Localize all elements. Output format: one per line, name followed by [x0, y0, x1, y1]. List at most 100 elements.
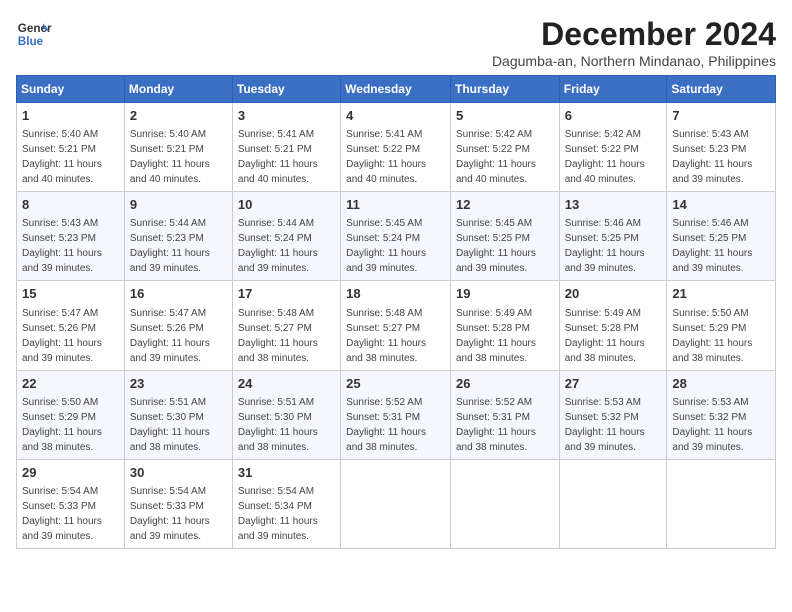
calendar-cell: 1 Sunrise: 5:40 AM Sunset: 5:21 PM Daylig… — [17, 103, 125, 192]
day-info: Sunrise: 5:42 AM Sunset: 5:22 PM Dayligh… — [456, 129, 536, 185]
day-info: Sunrise: 5:45 AM Sunset: 5:24 PM Dayligh… — [346, 218, 426, 274]
empty-cell — [450, 459, 559, 548]
day-info: Sunrise: 5:46 AM Sunset: 5:25 PM Dayligh… — [672, 218, 752, 274]
day-info: Sunrise: 5:54 AM Sunset: 5:33 PM Dayligh… — [130, 486, 210, 542]
day-info: Sunrise: 5:52 AM Sunset: 5:31 PM Dayligh… — [346, 397, 426, 453]
day-info: Sunrise: 5:44 AM Sunset: 5:23 PM Dayligh… — [130, 218, 210, 274]
calendar-cell: 4 Sunrise: 5:41 AM Sunset: 5:22 PM Daylig… — [341, 103, 451, 192]
empty-cell — [341, 459, 451, 548]
month-title: December 2024 — [492, 16, 776, 53]
calendar-cell: 27 Sunrise: 5:53 AM Sunset: 5:32 PM Dayli… — [559, 370, 667, 459]
empty-cell — [559, 459, 667, 548]
calendar-cell: 30 Sunrise: 5:54 AM Sunset: 5:33 PM Dayli… — [124, 459, 232, 548]
calendar-cell: 23 Sunrise: 5:51 AM Sunset: 5:30 PM Dayli… — [124, 370, 232, 459]
day-number: 16 — [130, 285, 227, 303]
day-number: 6 — [565, 107, 662, 125]
day-number: 20 — [565, 285, 662, 303]
day-info: Sunrise: 5:47 AM Sunset: 5:26 PM Dayligh… — [22, 308, 102, 364]
day-number: 1 — [22, 107, 119, 125]
day-info: Sunrise: 5:44 AM Sunset: 5:24 PM Dayligh… — [238, 218, 318, 274]
title-area: December 2024 Dagumba-an, Northern Minda… — [492, 16, 776, 69]
day-info: Sunrise: 5:41 AM Sunset: 5:22 PM Dayligh… — [346, 129, 426, 185]
weekday-header: Sunday — [17, 76, 125, 103]
day-number: 9 — [130, 196, 227, 214]
calendar-table: SundayMondayTuesdayWednesdayThursdayFrid… — [16, 75, 776, 549]
day-number: 2 — [130, 107, 227, 125]
location: Dagumba-an, Northern Mindanao, Philippin… — [492, 53, 776, 69]
day-number: 24 — [238, 375, 335, 393]
calendar-cell: 9 Sunrise: 5:44 AM Sunset: 5:23 PM Daylig… — [124, 192, 232, 281]
calendar-cell: 24 Sunrise: 5:51 AM Sunset: 5:30 PM Dayli… — [232, 370, 340, 459]
weekday-header: Tuesday — [232, 76, 340, 103]
day-info: Sunrise: 5:47 AM Sunset: 5:26 PM Dayligh… — [130, 308, 210, 364]
day-number: 28 — [672, 375, 770, 393]
day-number: 3 — [238, 107, 335, 125]
calendar-cell: 5 Sunrise: 5:42 AM Sunset: 5:22 PM Daylig… — [450, 103, 559, 192]
calendar-cell: 8 Sunrise: 5:43 AM Sunset: 5:23 PM Daylig… — [17, 192, 125, 281]
svg-text:Blue: Blue — [18, 35, 44, 48]
day-info: Sunrise: 5:43 AM Sunset: 5:23 PM Dayligh… — [672, 129, 752, 185]
day-info: Sunrise: 5:54 AM Sunset: 5:34 PM Dayligh… — [238, 486, 318, 542]
calendar-cell: 15 Sunrise: 5:47 AM Sunset: 5:26 PM Dayli… — [17, 281, 125, 370]
calendar-cell: 3 Sunrise: 5:41 AM Sunset: 5:21 PM Daylig… — [232, 103, 340, 192]
logo-icon: General Blue — [16, 16, 52, 52]
day-info: Sunrise: 5:43 AM Sunset: 5:23 PM Dayligh… — [22, 218, 102, 274]
weekday-header: Thursday — [450, 76, 559, 103]
day-number: 27 — [565, 375, 662, 393]
calendar-cell: 13 Sunrise: 5:46 AM Sunset: 5:25 PM Dayli… — [559, 192, 667, 281]
logo: General Blue — [16, 16, 52, 52]
day-number: 26 — [456, 375, 554, 393]
day-number: 17 — [238, 285, 335, 303]
header: General Blue December 2024 Dagumba-an, N… — [16, 16, 776, 69]
day-number: 11 — [346, 196, 445, 214]
day-info: Sunrise: 5:50 AM Sunset: 5:29 PM Dayligh… — [672, 308, 752, 364]
calendar-cell: 22Sunrise: 5:50 AM Sunset: 5:29 PM Dayli… — [17, 370, 125, 459]
day-number: 4 — [346, 107, 445, 125]
calendar-cell: 16 Sunrise: 5:47 AM Sunset: 5:26 PM Dayli… — [124, 281, 232, 370]
day-info: Sunrise: 5:45 AM Sunset: 5:25 PM Dayligh… — [456, 218, 536, 274]
day-number: 31 — [238, 464, 335, 482]
day-info: Sunrise: 5:52 AM Sunset: 5:31 PM Dayligh… — [456, 397, 536, 453]
day-number: 18 — [346, 285, 445, 303]
calendar-cell: 28 Sunrise: 5:53 AM Sunset: 5:32 PM Dayli… — [667, 370, 776, 459]
day-info: Sunrise: 5:40 AM Sunset: 5:21 PM Dayligh… — [22, 129, 102, 185]
day-info: Sunrise: 5:48 AM Sunset: 5:27 PM Dayligh… — [346, 308, 426, 364]
weekday-header: Monday — [124, 76, 232, 103]
day-number: 23 — [130, 375, 227, 393]
day-info: Sunrise: 5:41 AM Sunset: 5:21 PM Dayligh… — [238, 129, 318, 185]
day-info: Sunrise: 5:51 AM Sunset: 5:30 PM Dayligh… — [130, 397, 210, 453]
day-info: Sunrise: 5:49 AM Sunset: 5:28 PM Dayligh… — [565, 308, 645, 364]
day-info: Sunrise: 5:40 AM Sunset: 5:21 PM Dayligh… — [130, 129, 210, 185]
calendar-cell: 17 Sunrise: 5:48 AM Sunset: 5:27 PM Dayli… — [232, 281, 340, 370]
calendar-cell: 21 Sunrise: 5:50 AM Sunset: 5:29 PM Dayli… — [667, 281, 776, 370]
day-info: Sunrise: 5:53 AM Sunset: 5:32 PM Dayligh… — [565, 397, 645, 453]
empty-cell — [667, 459, 776, 548]
day-number: 30 — [130, 464, 227, 482]
day-info: Sunrise: 5:54 AM Sunset: 5:33 PM Dayligh… — [22, 486, 102, 542]
calendar-cell: 20 Sunrise: 5:49 AM Sunset: 5:28 PM Dayli… — [559, 281, 667, 370]
day-number: 25 — [346, 375, 445, 393]
day-info: Sunrise: 5:53 AM Sunset: 5:32 PM Dayligh… — [672, 397, 752, 453]
weekday-header: Wednesday — [341, 76, 451, 103]
day-info: Sunrise: 5:51 AM Sunset: 5:30 PM Dayligh… — [238, 397, 318, 453]
weekday-header: Saturday — [667, 76, 776, 103]
day-number: 5 — [456, 107, 554, 125]
calendar-cell: 6 Sunrise: 5:42 AM Sunset: 5:22 PM Daylig… — [559, 103, 667, 192]
calendar-cell: 31 Sunrise: 5:54 AM Sunset: 5:34 PM Dayli… — [232, 459, 340, 548]
day-number: 21 — [672, 285, 770, 303]
day-number: 13 — [565, 196, 662, 214]
calendar-cell: 25 Sunrise: 5:52 AM Sunset: 5:31 PM Dayli… — [341, 370, 451, 459]
day-number: 22 — [22, 375, 119, 393]
calendar-cell: 26 Sunrise: 5:52 AM Sunset: 5:31 PM Dayli… — [450, 370, 559, 459]
day-number: 8 — [22, 196, 119, 214]
day-number: 19 — [456, 285, 554, 303]
calendar-cell: 7 Sunrise: 5:43 AM Sunset: 5:23 PM Daylig… — [667, 103, 776, 192]
calendar-cell: 11 Sunrise: 5:45 AM Sunset: 5:24 PM Dayli… — [341, 192, 451, 281]
day-number: 15 — [22, 285, 119, 303]
day-info: Sunrise: 5:46 AM Sunset: 5:25 PM Dayligh… — [565, 218, 645, 274]
day-info: Sunrise: 5:42 AM Sunset: 5:22 PM Dayligh… — [565, 129, 645, 185]
day-number: 7 — [672, 107, 770, 125]
weekday-header: Friday — [559, 76, 667, 103]
day-info: Sunrise: 5:48 AM Sunset: 5:27 PM Dayligh… — [238, 308, 318, 364]
day-number: 10 — [238, 196, 335, 214]
